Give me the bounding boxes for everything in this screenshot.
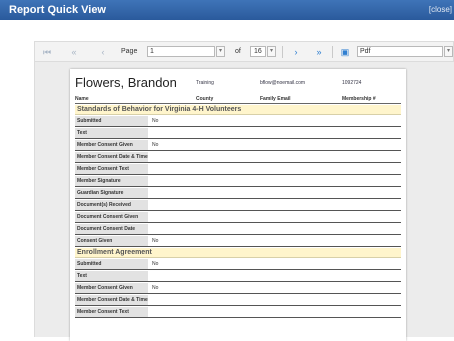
table-row: Document(s) Received: [75, 200, 401, 211]
row-label: Document(s) Received: [75, 200, 148, 210]
row-value: No: [152, 261, 159, 267]
row-label: Member Signature: [75, 176, 148, 186]
section-header: Standards of Behavior for Virginia 4-H V…: [75, 105, 401, 115]
last-page-icon[interactable]: »: [313, 46, 325, 58]
table-row: Consent Given No: [75, 236, 401, 247]
table-row: Submitted No: [75, 259, 401, 270]
row-value: No: [152, 238, 159, 244]
window-titlebar: Report Quick View [close]: [0, 0, 454, 20]
row-label: Member Consent Given: [75, 283, 148, 293]
export-format-chevron-icon[interactable]: ▾: [444, 46, 453, 57]
row-label: Member Consent Date & Time: [75, 295, 148, 305]
row-label: Document Consent Given: [75, 212, 148, 222]
table-row: Document Consent Given: [75, 212, 401, 223]
table-row: Member Consent Date & Time: [75, 295, 401, 306]
section-header: Enrollment Agreement: [75, 248, 401, 258]
membership-column-label: Membership #: [342, 96, 376, 102]
family-email-value: bflow@noemail.com: [260, 80, 306, 86]
row-label: Member Consent Text: [75, 307, 148, 317]
row-label: Document Consent Date: [75, 224, 148, 234]
page-count-field: 16: [250, 46, 266, 57]
table-row: Member Consent Text: [75, 164, 401, 175]
table-row: Member Signature: [75, 176, 401, 187]
county-value: Training: [196, 80, 214, 86]
table-row: Submitted No: [75, 116, 401, 127]
first-page-button-icon[interactable]: «: [68, 46, 80, 58]
membership-number-value: 1092724: [342, 80, 362, 86]
row-value: No: [152, 118, 159, 124]
table-row: Guardian Signature: [75, 188, 401, 199]
window-title: Report Quick View: [9, 4, 106, 16]
row-label: Submitted: [75, 259, 148, 269]
row-label: Member Consent Date & Time: [75, 152, 148, 162]
page-count-chevron-icon[interactable]: ▾: [267, 46, 276, 57]
row-label: Text: [75, 271, 148, 281]
name-column-label: Name: [75, 96, 89, 102]
row-value: No: [152, 142, 159, 148]
first-page-icon[interactable]: ⏮: [41, 46, 53, 58]
county-column-label: County: [196, 96, 214, 102]
report-page: Flowers, Brandon Training bflow@noemail.…: [70, 69, 406, 341]
report-toolbar: ⏮ « ‹ Page 1 ▾ of 16 ▾ › » ▣ Pdf ▾: [34, 41, 454, 62]
row-label: Text: [75, 128, 148, 138]
table-row: Member Consent Text: [75, 307, 401, 318]
family-email-column-label: Family Email: [260, 96, 291, 102]
table-row: Text: [75, 128, 401, 139]
next-page-icon[interactable]: ›: [290, 46, 302, 58]
member-header: Flowers, Brandon Training bflow@noemail.…: [75, 75, 401, 93]
member-name: Flowers, Brandon: [75, 75, 177, 90]
row-label: Member Consent Given: [75, 140, 148, 150]
page-dropdown-chevron-icon[interactable]: ▾: [216, 46, 225, 57]
save-icon[interactable]: ▣: [339, 46, 351, 58]
table-row: Member Consent Date & Time: [75, 152, 401, 163]
close-link[interactable]: [close]: [429, 5, 452, 14]
table-row: Member Consent Given No: [75, 140, 401, 151]
row-label: Member Consent Text: [75, 164, 148, 174]
row-label: Submitted: [75, 116, 148, 126]
row-label: Consent Given: [75, 236, 148, 246]
table-row: Text: [75, 271, 401, 282]
table-row: Document Consent Date: [75, 224, 401, 235]
prev-page-icon[interactable]: ‹: [97, 46, 109, 58]
table-row: Member Consent Given No: [75, 283, 401, 294]
row-label: Guardian Signature: [75, 188, 148, 198]
export-format-select[interactable]: Pdf: [357, 46, 443, 57]
page-label: Page: [121, 48, 138, 55]
row-value: No: [152, 285, 159, 291]
toolbar-separator-2: [332, 46, 333, 58]
column-headers: Name County Family Email Membership #: [75, 95, 401, 104]
report-viewport[interactable]: Flowers, Brandon Training bflow@noemail.…: [34, 62, 454, 341]
page-number-input[interactable]: 1: [147, 46, 215, 57]
of-label: of: [235, 48, 241, 55]
toolbar-separator: [282, 46, 283, 58]
